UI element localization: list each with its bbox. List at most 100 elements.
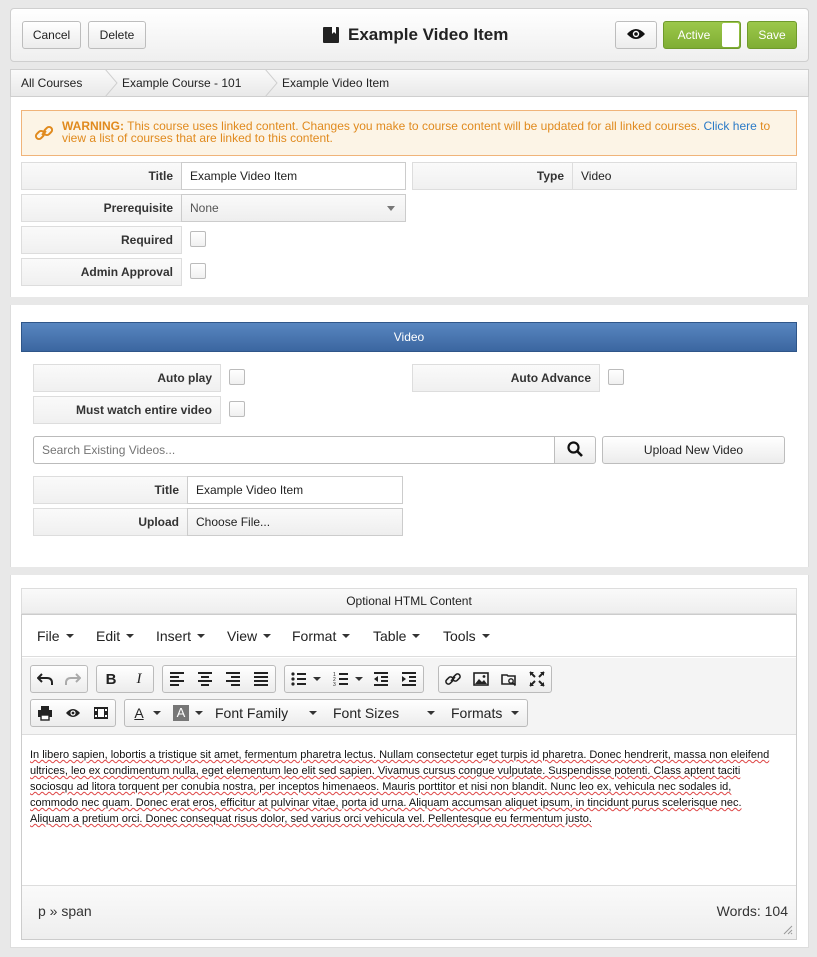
title-field[interactable]: Example Video Item [181, 162, 406, 190]
media-icon[interactable] [87, 700, 115, 726]
font-sizes-select[interactable]: Font Sizes [325, 700, 443, 726]
menu-insert[interactable]: Insert [156, 628, 206, 644]
save-button[interactable]: Save [747, 21, 797, 49]
eye-icon [626, 27, 646, 44]
editor-heading-text: Optional HTML Content [346, 594, 472, 608]
prerequisite-label: Prerequisite [21, 194, 182, 222]
required-label: Required [21, 226, 182, 254]
page-title-text: Example Video Item [348, 25, 509, 44]
element-path[interactable]: p » span [38, 903, 92, 919]
menu-insert-label: Insert [156, 628, 192, 644]
font-sizes-label: Font Sizes [333, 705, 400, 721]
breadcrumb-item[interactable]: All Courses [21, 76, 82, 90]
menu-format-label: Format [292, 628, 337, 644]
image-icon[interactable] [467, 666, 495, 692]
redo-icon[interactable] [59, 666, 87, 692]
menu-format[interactable]: Format [292, 628, 351, 644]
chevron-down-icon [387, 206, 395, 211]
prerequisite-select[interactable]: None [181, 194, 406, 222]
menu-view-label: View [227, 628, 258, 644]
formats-select[interactable]: Formats [443, 700, 527, 726]
print-icon[interactable] [31, 700, 59, 726]
font-group: A A Font Family Font Sizes Formats [124, 699, 528, 727]
menu-tools-label: Tools [443, 628, 476, 644]
menu-view[interactable]: View [227, 628, 272, 644]
fullscreen-icon[interactable] [523, 666, 551, 692]
utility-group [30, 699, 116, 727]
prerequisite-value: None [190, 201, 219, 215]
video-section-header: Video [21, 322, 797, 352]
italic-icon[interactable]: I [125, 666, 153, 692]
auto-advance-checkbox[interactable] [608, 369, 624, 385]
menu-file-label: File [37, 628, 60, 644]
video-section-title: Video [393, 330, 425, 344]
video-title-label: Title [33, 476, 188, 504]
search-button[interactable] [554, 436, 596, 464]
menu-file[interactable]: File [37, 628, 74, 644]
word-count: Words: 104 [716, 903, 788, 919]
title-label: Title [21, 162, 182, 190]
active-toggle-label: Active [677, 28, 711, 42]
must-watch-label: Must watch entire video [33, 396, 221, 424]
font-family-select[interactable]: Font Family [207, 700, 325, 726]
history-group [30, 665, 88, 693]
chevron-down-icon[interactable] [195, 711, 203, 715]
type-label: Type [412, 162, 573, 190]
list-group: 123 [284, 665, 424, 693]
background-color-icon[interactable]: A [167, 700, 195, 726]
warning-box: WARNING: This course uses linked content… [21, 110, 797, 156]
choose-file-button[interactable]: Choose File... [187, 508, 403, 536]
page-title: Example Video Item [322, 24, 508, 46]
menu-tools[interactable]: Tools [443, 628, 490, 644]
resize-handle-icon[interactable] [783, 924, 793, 938]
font-family-label: Font Family [215, 705, 289, 721]
indent-icon[interactable] [395, 666, 423, 692]
type-value: Video [572, 162, 797, 190]
media-browser-icon[interactable] [495, 666, 523, 692]
link-icon [34, 123, 54, 146]
editor-statusbar [22, 885, 796, 939]
admin-approval-checkbox[interactable] [190, 263, 206, 279]
auto-play-label: Auto play [33, 364, 221, 392]
chevron-down-icon[interactable] [313, 677, 321, 681]
insert-group [438, 665, 552, 693]
editor-text: In libero sapien, lobortis a tristique s… [30, 749, 770, 825]
numbered-list-icon[interactable]: 123 [327, 666, 355, 692]
menu-table[interactable]: Table [373, 628, 421, 644]
text-color-icon[interactable]: A [125, 700, 153, 726]
undo-icon[interactable] [31, 666, 59, 692]
video-title-field[interactable]: Example Video Item [187, 476, 403, 504]
chevron-down-icon[interactable] [153, 711, 161, 715]
editor-content[interactable]: In libero sapien, lobortis a tristique s… [30, 747, 782, 827]
active-toggle[interactable]: Active [663, 21, 741, 49]
breadcrumb-item[interactable]: Example Course - 101 [122, 76, 241, 90]
style-group: B I [96, 665, 154, 693]
warning-link[interactable]: Click here [703, 119, 756, 133]
align-center-icon[interactable] [191, 666, 219, 692]
upload-new-video-button[interactable]: Upload New Video [602, 436, 785, 464]
menu-edit[interactable]: Edit [96, 628, 135, 644]
must-watch-checkbox[interactable] [229, 401, 245, 417]
warning-text: WARNING: This course uses linked content… [62, 120, 792, 144]
align-justify-icon[interactable] [247, 666, 275, 692]
align-left-icon[interactable] [163, 666, 191, 692]
auto-advance-label: Auto Advance [412, 364, 600, 392]
required-checkbox[interactable] [190, 231, 206, 247]
bold-icon[interactable]: B [97, 666, 125, 692]
admin-approval-label: Admin Approval [21, 258, 182, 286]
book-icon [322, 26, 340, 44]
bullet-list-icon[interactable] [285, 666, 313, 692]
outdent-icon[interactable] [367, 666, 395, 692]
cancel-button[interactable]: Cancel [22, 21, 81, 49]
breadcrumb-item: Example Video Item [282, 76, 390, 90]
preview-button[interactable] [615, 21, 657, 49]
align-right-icon[interactable] [219, 666, 247, 692]
delete-button[interactable]: Delete [88, 21, 146, 49]
auto-play-checkbox[interactable] [229, 369, 245, 385]
link-icon[interactable] [439, 666, 467, 692]
preview-eye-icon[interactable] [59, 700, 87, 726]
toggle-knob [722, 23, 739, 47]
chevron-down-icon[interactable] [355, 677, 363, 681]
search-input[interactable] [33, 436, 555, 464]
svg-text:3: 3 [333, 682, 336, 687]
